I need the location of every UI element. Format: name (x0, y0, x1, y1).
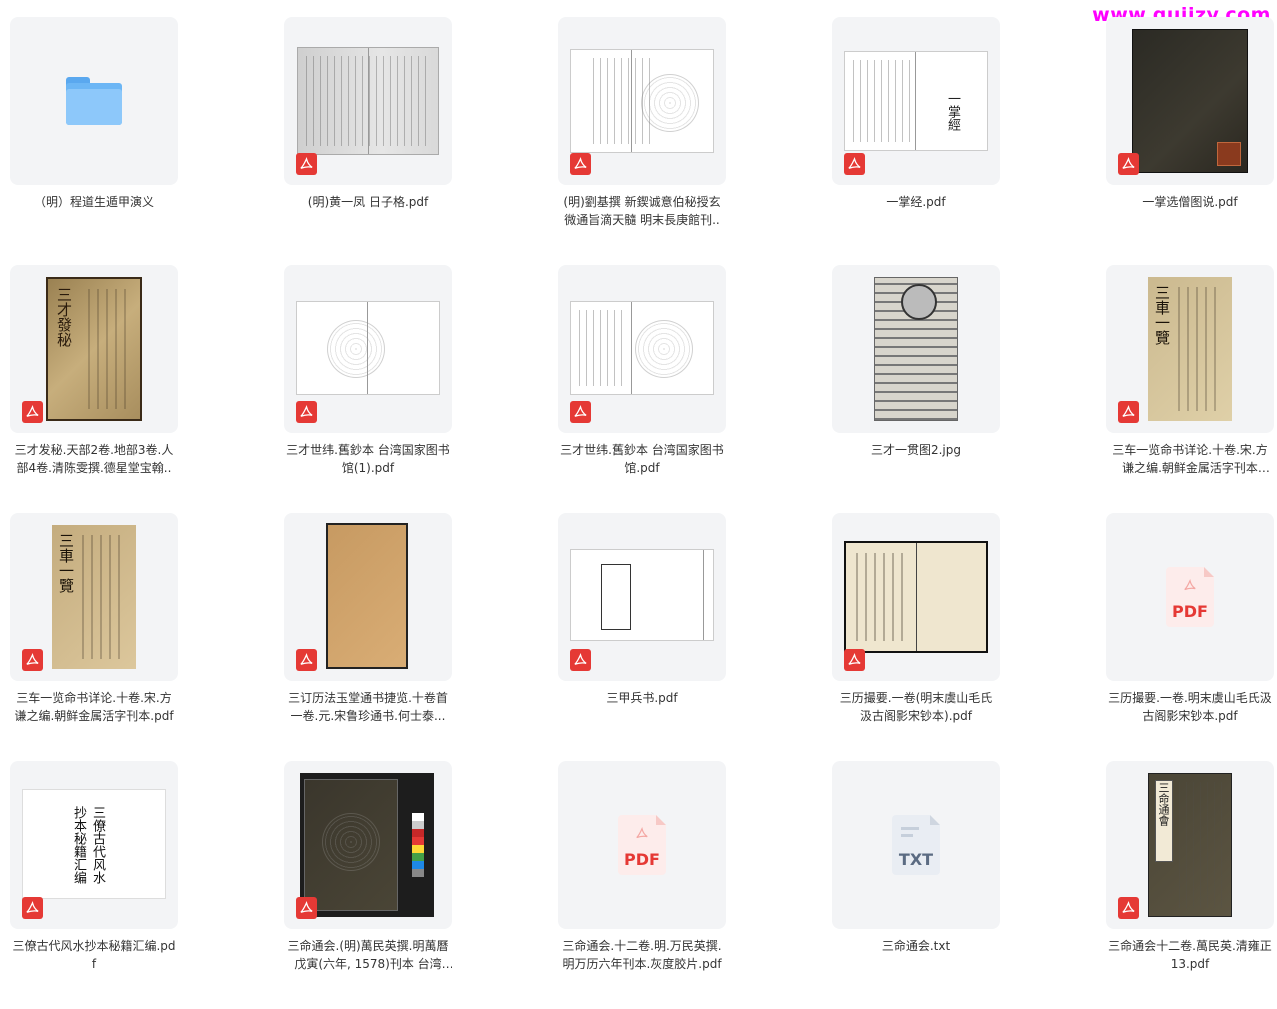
pdf-icon (844, 649, 865, 671)
pdf-icon (296, 401, 317, 423)
pdf-icon: PDF (618, 815, 666, 875)
file-name[interactable]: 三命通会.txt (832, 937, 1000, 955)
file-thumbnail[interactable] (558, 513, 726, 681)
file-name[interactable]: (明)劉基撰 新鍥诚意伯秘授玄微通旨滴天髓 明末長庚館刊.. (558, 193, 726, 229)
file-thumbnail[interactable]: PDF (558, 761, 726, 929)
file-thumbnail[interactable] (1106, 17, 1274, 185)
file-item[interactable]: PDF 三命通会.十二卷.明.万民英撰.明万历六年刊本.灰度胶片.pdf (558, 761, 726, 1009)
file-name[interactable]: 三命通会.十二卷.明.万民英撰.明万历六年刊本.灰度胶片.pdf (558, 937, 726, 973)
file-name[interactable]: 三命通会.(明)萬民英撰.明萬曆戊寅(六年, 1578)刊本 台湾国.. (284, 937, 452, 973)
file-thumbnail[interactable] (284, 265, 452, 433)
file-item[interactable]: 三才世纬.舊鈔本 台湾国家图书馆(1).pdf (284, 265, 452, 513)
file-item[interactable]: (明)黄一凤 日子格.pdf (284, 17, 452, 265)
pdf-icon (844, 153, 865, 175)
file-thumbnail[interactable] (558, 265, 726, 433)
pdf-icon (570, 401, 591, 423)
file-name[interactable]: 三才世纬.舊鈔本 台湾国家图书馆.pdf (558, 441, 726, 477)
file-thumbnail[interactable] (832, 265, 1000, 433)
pdf-icon (1118, 153, 1139, 175)
file-name[interactable]: 三僚古代风水抄本秘籍汇编.pdf (10, 937, 178, 973)
file-name[interactable]: 三订历法玉堂通书捷览.十卷首一卷.元.宋鲁珍通书.何士泰... (284, 689, 452, 725)
file-item[interactable]: 三历撮要.一卷(明末虞山毛氏汲古阁影宋钞本).pdf (832, 513, 1000, 761)
file-thumbnail[interactable]: PDF (1106, 513, 1274, 681)
file-name[interactable]: 三才发秘.天部2卷.地部3卷.人部4卷.清陈雯撰.德星堂宝翰.. (10, 441, 178, 477)
file-thumbnail[interactable] (284, 513, 452, 681)
txt-icon: TXT (892, 815, 940, 875)
file-thumbnail[interactable] (832, 513, 1000, 681)
file-thumbnail[interactable]: 三車一覽 (10, 513, 178, 681)
file-item[interactable]: TXT 三命通会.txt (832, 761, 1000, 1009)
thumb-title: 一掌經 (945, 92, 960, 131)
file-item[interactable]: 三甲兵书.pdf (558, 513, 726, 761)
pdf-icon (1118, 401, 1139, 423)
file-thumbnail[interactable]: 三才發秘 (10, 265, 178, 433)
file-item[interactable]: 三車一覽 三车一览命书详论.十卷.宋.方谦之编.朝鲜金属活字刊本(1).... (1106, 265, 1274, 513)
file-name[interactable]: 三历撮要.一卷.明末虞山毛氏汲古阁影宋钞本.pdf (1106, 689, 1274, 725)
file-item[interactable]: 三命通會 三命通会十二卷.萬民英.清雍正13.pdf (1106, 761, 1274, 1009)
file-item[interactable]: 三車一覽 三车一览命书详论.十卷.宋.方谦之编.朝鲜金属活字刊本.pdf (10, 513, 178, 761)
folder-icon (66, 77, 122, 125)
pdf-icon (296, 649, 317, 671)
file-name[interactable]: 一掌经.pdf (832, 193, 1000, 211)
file-thumbnail[interactable]: 三車一覽 (1106, 265, 1274, 433)
pdf-icon (570, 153, 591, 175)
file-thumbnail[interactable]: TXT (832, 761, 1000, 929)
file-name[interactable]: 三车一览命书详论.十卷.宋.方谦之编.朝鲜金属活字刊本(1).... (1106, 441, 1274, 477)
pdf-icon (296, 897, 317, 919)
pdf-icon: PDF (1166, 567, 1214, 627)
file-thumbnail[interactable] (284, 17, 452, 185)
file-thumbnail[interactable] (558, 17, 726, 185)
file-name[interactable]: 三才一贯图2.jpg (832, 441, 1000, 459)
file-item[interactable]: 三才世纬.舊鈔本 台湾国家图书馆.pdf (558, 265, 726, 513)
pdf-icon (296, 153, 317, 175)
thumb-title: 三僚古代风水抄本秘籍汇编 (71, 806, 105, 884)
file-thumbnail[interactable]: 三僚古代风水抄本秘籍汇编 (10, 761, 178, 929)
thumb-title: 三車一覽 (57, 533, 75, 593)
pdf-icon (1118, 897, 1139, 919)
pdf-icon (22, 649, 43, 671)
file-name[interactable]: 三车一览命书详论.十卷.宋.方谦之编.朝鲜金属活字刊本.pdf (10, 689, 178, 725)
file-item[interactable]: 三僚古代风水抄本秘籍汇编 三僚古代风水抄本秘籍汇编.pdf (10, 761, 178, 1009)
file-thumbnail[interactable]: 一掌經 (832, 17, 1000, 185)
file-name[interactable]: （明）程道生遁甲演义 (10, 193, 178, 211)
file-name[interactable]: 三甲兵书.pdf (558, 689, 726, 707)
file-item[interactable]: (明)劉基撰 新鍥诚意伯秘授玄微通旨滴天髓 明末長庚館刊.. (558, 17, 726, 265)
file-item[interactable]: 一掌經 一掌经.pdf (832, 17, 1000, 265)
file-item[interactable]: 三命通会.(明)萬民英撰.明萬曆戊寅(六年, 1578)刊本 台湾国.. (284, 761, 452, 1009)
file-grid: （明）程道生遁甲演义 (明)黄一凤 日子格.pdf (明)劉基撰 新鍥诚意伯秘授… (10, 17, 1274, 1009)
file-name[interactable]: 三历撮要.一卷(明末虞山毛氏汲古阁影宋钞本).pdf (832, 689, 1000, 725)
file-name[interactable]: 三才世纬.舊鈔本 台湾国家图书馆(1).pdf (284, 441, 452, 477)
file-item[interactable]: 三才一贯图2.jpg (832, 265, 1000, 513)
file-name[interactable]: (明)黄一凤 日子格.pdf (284, 193, 452, 211)
pdf-icon (22, 897, 43, 919)
pdf-icon (22, 401, 43, 423)
file-thumbnail[interactable]: 三命通會 (1106, 761, 1274, 929)
pdf-icon (570, 649, 591, 671)
thumb-title: 三命通會 (1157, 782, 1170, 826)
file-name[interactable]: 三命通会十二卷.萬民英.清雍正13.pdf (1106, 937, 1274, 973)
file-item[interactable]: 三订历法玉堂通书捷览.十卷首一卷.元.宋鲁珍通书.何士泰... (284, 513, 452, 761)
file-thumbnail[interactable] (10, 17, 178, 185)
file-item[interactable]: PDF 三历撮要.一卷.明末虞山毛氏汲古阁影宋钞本.pdf (1106, 513, 1274, 761)
file-name[interactable]: 一掌选僧图说.pdf (1106, 193, 1274, 211)
file-thumbnail[interactable] (284, 761, 452, 929)
thumb-title: 三車一覽 (1153, 285, 1171, 345)
file-item[interactable]: 一掌选僧图说.pdf (1106, 17, 1274, 265)
file-item[interactable]: （明）程道生遁甲演义 (10, 17, 178, 265)
thumb-title: 三才發秘 (55, 287, 73, 347)
file-item[interactable]: 三才發秘 三才发秘.天部2卷.地部3卷.人部4卷.清陈雯撰.德星堂宝翰.. (10, 265, 178, 513)
